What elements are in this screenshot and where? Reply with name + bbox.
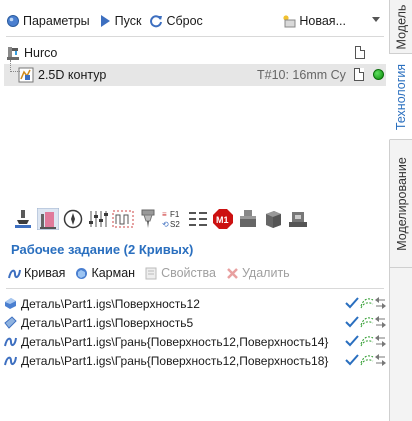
surface-flat-icon: [4, 316, 17, 329]
main-toolbar: Параметры Пуск Сброс Новая...: [6, 10, 384, 32]
svg-text:≡: ≡: [162, 210, 167, 219]
tab-modeling-label: Моделирование: [394, 156, 409, 251]
m1-stop-icon[interactable]: M1: [212, 208, 234, 230]
properties-label: Свойства: [161, 266, 216, 280]
properties-button[interactable]: Свойства: [145, 266, 216, 280]
parameters-icon: [7, 15, 19, 27]
tab-technology-label: Технология: [394, 63, 409, 130]
contour-operation-icon: [18, 67, 34, 83]
list-item[interactable]: Деталь\Part1.igs\Поверхность5: [4, 313, 388, 332]
check-icon[interactable]: [345, 316, 359, 328]
list-options-icon[interactable]: [187, 208, 209, 230]
tool-holder-icon[interactable]: [12, 208, 34, 230]
tree-connector: [10, 60, 20, 72]
geometry-label: Деталь\Part1.igs\Поверхность12: [21, 296, 200, 311]
svg-text:S2: S2: [170, 220, 180, 229]
reset-button[interactable]: Сброс: [149, 11, 203, 31]
tab-model[interactable]: Модель: [390, 0, 412, 54]
path-icon[interactable]: [360, 297, 374, 309]
run-label: Пуск: [114, 14, 142, 28]
tree-item-operation[interactable]: 2.5D контур T#10: 16mm Cy: [4, 64, 386, 86]
direction-icon[interactable]: [375, 316, 386, 328]
curve-icon: [4, 356, 17, 366]
passes-icon[interactable]: [112, 208, 134, 230]
geometry-list: Деталь\Part1.igs\Поверхность12 Деталь\Pa…: [4, 294, 388, 370]
f1-s2-icon[interactable]: ≡ F1 ⟲ S2: [162, 208, 184, 230]
operation-tabs-strip: ≡ F1 ⟲ S2 M1: [12, 207, 332, 231]
new-operation-label: Новая...: [299, 14, 346, 28]
delete-button[interactable]: Удалить: [226, 266, 290, 280]
delete-label: Удалить: [241, 266, 290, 280]
cube-icon[interactable]: [262, 208, 284, 230]
delete-icon: [227, 267, 238, 279]
surface-icon: [5, 298, 16, 309]
play-icon: [100, 15, 110, 27]
technology-panel: Параметры Пуск Сброс Новая... Hurco 2.5D…: [0, 0, 389, 421]
curve-icon: [8, 269, 21, 278]
new-operation-button[interactable]: Новая...: [282, 11, 346, 31]
stock-icon[interactable]: [237, 208, 259, 230]
work-task-title: Рабочее задание (2 Кривых): [11, 242, 194, 257]
svg-text:⟲: ⟲: [162, 220, 169, 229]
path-icon[interactable]: [360, 335, 374, 347]
operation-label: 2.5D контур: [38, 68, 107, 82]
document-icon[interactable]: [354, 68, 364, 81]
check-icon[interactable]: [345, 354, 359, 366]
curve-label: Кривая: [24, 266, 66, 280]
curve-icon: [4, 337, 17, 347]
document-icon[interactable]: [355, 46, 365, 59]
drill-icon[interactable]: [137, 208, 159, 230]
compass-icon[interactable]: [62, 208, 84, 230]
add-pocket-button[interactable]: Карман: [75, 266, 135, 280]
svg-text:M1: M1: [216, 215, 229, 225]
path-icon[interactable]: [360, 316, 374, 328]
operations-tree: Hurco 2.5D контур T#10: 16mm Cy: [4, 42, 386, 86]
properties-icon: [145, 267, 157, 279]
direction-icon[interactable]: [375, 335, 386, 347]
machine-icon: [7, 46, 19, 60]
tab-model-label: Модель: [394, 4, 409, 49]
tab-technology[interactable]: Технология: [389, 54, 412, 140]
tree-item-machine[interactable]: Hurco: [4, 42, 386, 64]
pocket-label: Карман: [91, 266, 136, 280]
geometry-label: Деталь\Part1.igs\Грань{Поверхность12,Пов…: [21, 353, 329, 368]
direction-icon[interactable]: [375, 354, 386, 366]
post-processor-icon[interactable]: [287, 208, 309, 230]
list-item[interactable]: Деталь\Part1.igs\Поверхность12: [4, 294, 388, 313]
dropdown-arrow-icon[interactable]: [372, 17, 380, 22]
side-tabs: Модель Технология Моделирование: [389, 0, 412, 421]
refresh-icon: [150, 15, 163, 28]
tab-modeling[interactable]: Моделирование: [390, 140, 412, 268]
actions-divider: [6, 288, 384, 289]
svg-text:F1: F1: [170, 210, 180, 219]
check-icon[interactable]: [345, 297, 359, 309]
geometry-label: Деталь\Part1.igs\Грань{Поверхность12,Пов…: [21, 334, 329, 349]
status-ok-icon: [373, 69, 384, 80]
machine-label: Hurco: [24, 46, 58, 60]
geometry-actions: Кривая Карман Свойства Удалить: [8, 266, 300, 280]
toolbar-divider: [6, 36, 384, 37]
reset-label: Сброс: [166, 14, 203, 28]
run-button[interactable]: Пуск: [98, 11, 142, 31]
tool-info: T#10: 16mm Cy: [257, 68, 346, 82]
list-item[interactable]: Деталь\Part1.igs\Грань{Поверхность12,Пов…: [4, 351, 388, 370]
geometry-label: Деталь\Part1.igs\Поверхность5: [21, 315, 194, 330]
feeds-sliders-icon[interactable]: [87, 208, 109, 230]
parameters-label: Параметры: [23, 14, 90, 28]
direction-icon[interactable]: [375, 297, 386, 309]
add-curve-button[interactable]: Кривая: [8, 266, 65, 280]
path-icon[interactable]: [360, 354, 374, 366]
parameters-button[interactable]: Параметры: [6, 11, 90, 31]
check-icon[interactable]: [345, 335, 359, 347]
tool-icon[interactable]: [37, 208, 59, 230]
pocket-icon: [76, 267, 88, 279]
list-item[interactable]: Деталь\Part1.igs\Грань{Поверхность12,Пов…: [4, 332, 388, 351]
new-operation-icon: [283, 15, 296, 28]
